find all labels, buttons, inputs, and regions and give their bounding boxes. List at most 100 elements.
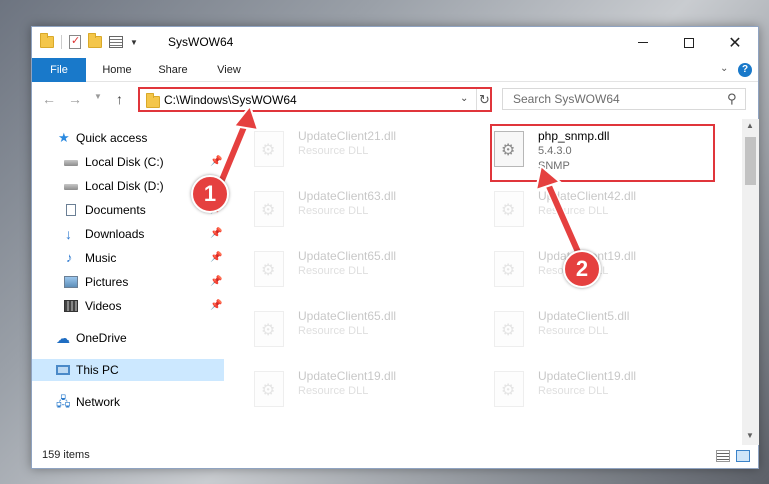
onedrive-icon: ☁ bbox=[56, 330, 70, 346]
dll-file-icon bbox=[254, 311, 284, 347]
file-item[interactable]: UpdateClient65.dll Resource DLL bbox=[250, 247, 470, 293]
disk-icon bbox=[64, 160, 78, 166]
quick-access-toolbar: ▼ bbox=[40, 33, 145, 49]
pin-icon[interactable]: 📌 bbox=[210, 151, 222, 173]
scroll-thumb[interactable] bbox=[745, 137, 756, 185]
refresh-icon[interactable]: ↻ bbox=[476, 89, 492, 110]
downloads-icon: ↓ bbox=[65, 226, 72, 242]
star-icon: ★ bbox=[58, 130, 70, 145]
pictures-icon bbox=[64, 276, 78, 288]
file-item[interactable]: UpdateClient19.dll Resource DLL bbox=[490, 367, 710, 413]
pin-icon[interactable]: 📌 bbox=[210, 295, 222, 317]
minimize-icon bbox=[638, 42, 648, 43]
file-item[interactable]: UpdateClient5.dll Resource DLL bbox=[490, 307, 710, 353]
sidebar-item-label: Documents bbox=[85, 203, 146, 217]
scroll-up-icon[interactable]: ▲ bbox=[746, 121, 754, 130]
sidebar-item-quick-access[interactable]: ★ Quick access bbox=[32, 127, 224, 149]
file-item[interactable]: UpdateClient65.dll Resource DLL bbox=[250, 307, 470, 353]
dll-file-icon bbox=[494, 251, 524, 287]
properties-icon[interactable] bbox=[69, 34, 81, 49]
network-icon: 🖧 bbox=[56, 394, 71, 409]
sidebar-item-pictures[interactable]: Pictures 📌 bbox=[32, 271, 224, 293]
address-bar[interactable]: C:\Windows\SysWOW64 ⌄ ↻ bbox=[138, 87, 492, 112]
sidebar-item-label: This PC bbox=[76, 363, 119, 377]
scroll-down-icon[interactable]: ▼ bbox=[746, 431, 754, 440]
this-pc-icon bbox=[56, 365, 70, 375]
forward-arrow-icon[interactable]: → bbox=[68, 91, 82, 107]
sidebar-item-videos[interactable]: Videos 📌 bbox=[32, 295, 224, 317]
file-name: UpdateClient5.dll bbox=[538, 309, 630, 323]
sidebar-item-label: Pictures bbox=[85, 275, 129, 289]
pin-icon[interactable]: 📌 bbox=[210, 271, 222, 293]
sidebar-item-downloads[interactable]: ↓ Downloads 📌 bbox=[32, 223, 224, 245]
sidebar-item-music[interactable]: ♪ Music 📌 bbox=[32, 247, 224, 269]
close-button[interactable]: ✕ bbox=[712, 27, 758, 58]
status-bar: 159 items bbox=[32, 445, 758, 468]
videos-icon bbox=[64, 300, 78, 312]
address-folder-icon bbox=[146, 93, 160, 108]
search-box[interactable]: Search SysWOW64 ⚲ bbox=[502, 88, 746, 110]
navigation-bar: ← → ▼ ↑ C:\Windows\SysWOW64 ⌄ ↻ Search S… bbox=[32, 83, 758, 117]
sidebar-item-local-disk-c[interactable]: Local Disk (C:) 📌 bbox=[32, 151, 224, 173]
expand-ribbon-chevron-icon[interactable]: ⌄ bbox=[720, 63, 728, 74]
recent-locations-chevron-icon[interactable]: ▼ bbox=[94, 92, 102, 101]
dll-file-icon bbox=[494, 191, 524, 227]
sidebar-item-label: Quick access bbox=[76, 131, 148, 145]
file-item[interactable]: UpdateClient21.dll Resource DLL bbox=[250, 127, 470, 173]
file-type: Resource DLL bbox=[298, 385, 369, 397]
up-arrow-icon[interactable]: ↑ bbox=[116, 91, 123, 107]
pin-icon[interactable]: 📌 bbox=[210, 247, 222, 269]
documents-icon bbox=[66, 204, 76, 216]
file-type: Resource DLL bbox=[538, 205, 609, 217]
dll-file-icon bbox=[254, 371, 284, 407]
file-name: UpdateClient21.dll bbox=[298, 129, 397, 143]
large-icons-view-icon[interactable] bbox=[736, 450, 750, 462]
file-item[interactable]: UpdateClient63.dll Resource DLL bbox=[250, 187, 470, 233]
address-path[interactable]: C:\Windows\SysWOW64 bbox=[164, 93, 297, 107]
highlight-box bbox=[490, 124, 715, 182]
search-input[interactable]: Search SysWOW64 bbox=[513, 92, 620, 106]
customize-view-icon[interactable] bbox=[109, 36, 123, 48]
vertical-scrollbar[interactable]: ▲ ▼ bbox=[742, 119, 759, 445]
file-type: Resource DLL bbox=[538, 385, 609, 397]
sidebar-item-network[interactable]: 🖧 Network bbox=[32, 391, 224, 413]
dll-file-icon bbox=[254, 251, 284, 287]
file-type: Resource DLL bbox=[298, 205, 369, 217]
step-1-callout: 1 bbox=[191, 175, 229, 213]
file-item[interactable]: UpdateClient42.dll Resource DLL bbox=[490, 187, 710, 233]
address-dropdown-chevron-icon[interactable]: ⌄ bbox=[460, 93, 468, 104]
minimize-button[interactable] bbox=[620, 27, 666, 58]
search-icon[interactable]: ⚲ bbox=[727, 91, 737, 107]
dll-file-icon bbox=[494, 311, 524, 347]
dll-file-icon bbox=[494, 371, 524, 407]
new-folder-icon[interactable] bbox=[88, 33, 102, 48]
file-name: UpdateClient65.dll bbox=[298, 249, 397, 263]
folder-icon[interactable] bbox=[40, 33, 54, 48]
sidebar-item-this-pc[interactable]: This PC bbox=[32, 359, 224, 381]
file-type: Resource DLL bbox=[298, 265, 369, 277]
sidebar-item-label: Music bbox=[85, 251, 117, 265]
file-type: Resource DLL bbox=[298, 325, 369, 337]
back-arrow-icon[interactable]: ← bbox=[42, 91, 56, 107]
maximize-button[interactable] bbox=[666, 27, 712, 58]
file-name: UpdateClient19.dll bbox=[538, 369, 637, 383]
pin-icon[interactable]: 📌 bbox=[210, 223, 222, 245]
tab-home[interactable]: Home bbox=[92, 58, 142, 82]
help-icon[interactable]: ? bbox=[738, 63, 752, 77]
sidebar-item-label: Local Disk (C:) bbox=[85, 155, 164, 169]
sidebar-item-label: Local Disk (D:) bbox=[85, 179, 164, 193]
customize-qat-chevron-icon[interactable]: ▼ bbox=[130, 38, 138, 47]
sidebar-item-onedrive[interactable]: ☁ OneDrive bbox=[32, 327, 224, 349]
tab-file[interactable]: File bbox=[32, 58, 86, 82]
dll-file-icon bbox=[254, 191, 284, 227]
file-item[interactable]: UpdateClient19.dll Resource DLL bbox=[250, 367, 470, 413]
ribbon: File Home Share View ⌄ ? bbox=[32, 58, 758, 82]
explorer-window: ▼ SysWOW64 ✕ File Home Share View ⌄ ? ← … bbox=[31, 26, 759, 469]
details-view-icon[interactable] bbox=[716, 450, 730, 462]
file-name: UpdateClient42.dll bbox=[538, 189, 637, 203]
file-type: Resource DLL bbox=[298, 145, 369, 157]
tab-view[interactable]: View bbox=[204, 58, 254, 82]
item-count: 159 items bbox=[42, 449, 90, 461]
tab-share[interactable]: Share bbox=[148, 58, 198, 82]
file-name: UpdateClient63.dll bbox=[298, 189, 397, 203]
